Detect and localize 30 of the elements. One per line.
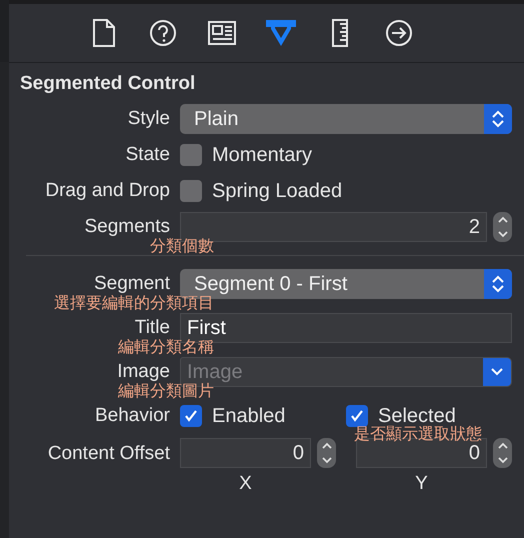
document-icon bbox=[92, 19, 116, 47]
section-title: Segmented Control bbox=[19, 72, 196, 96]
chevron-down-icon bbox=[490, 367, 504, 377]
ruler-icon bbox=[332, 19, 348, 47]
checkbox[interactable]: Spring Loaded bbox=[180, 180, 342, 202]
field-label: Segments bbox=[83, 216, 170, 238]
field-label: Title bbox=[134, 317, 170, 339]
up-down-chevron-icon bbox=[491, 274, 505, 294]
field-label: Segment bbox=[92, 273, 170, 295]
help-icon bbox=[149, 19, 177, 47]
field-label: Content Offset bbox=[46, 443, 170, 465]
number-field[interactable]: 0 bbox=[180, 438, 311, 468]
axis-label: Y bbox=[414, 473, 429, 495]
axis-label: X bbox=[238, 473, 253, 495]
stepper[interactable] bbox=[493, 212, 512, 242]
up-down-chevron-icon bbox=[491, 109, 505, 129]
stepper[interactable] bbox=[493, 438, 512, 468]
checkmark-icon bbox=[349, 408, 365, 424]
popup-button[interactable]: Plain bbox=[180, 104, 512, 134]
checkmark-icon bbox=[183, 408, 199, 424]
arrow-circle-icon bbox=[385, 19, 413, 47]
field-label: Behavior bbox=[94, 405, 170, 427]
checkbox[interactable]: Momentary bbox=[180, 144, 312, 166]
field-label: State bbox=[124, 144, 170, 166]
field-label: Drag and Drop bbox=[44, 180, 170, 202]
field-label: Style bbox=[126, 108, 170, 130]
stepper[interactable] bbox=[317, 438, 336, 468]
checkbox[interactable]: Enabled bbox=[180, 404, 346, 428]
field-label: Image bbox=[116, 361, 170, 383]
id-card-icon bbox=[208, 21, 236, 45]
